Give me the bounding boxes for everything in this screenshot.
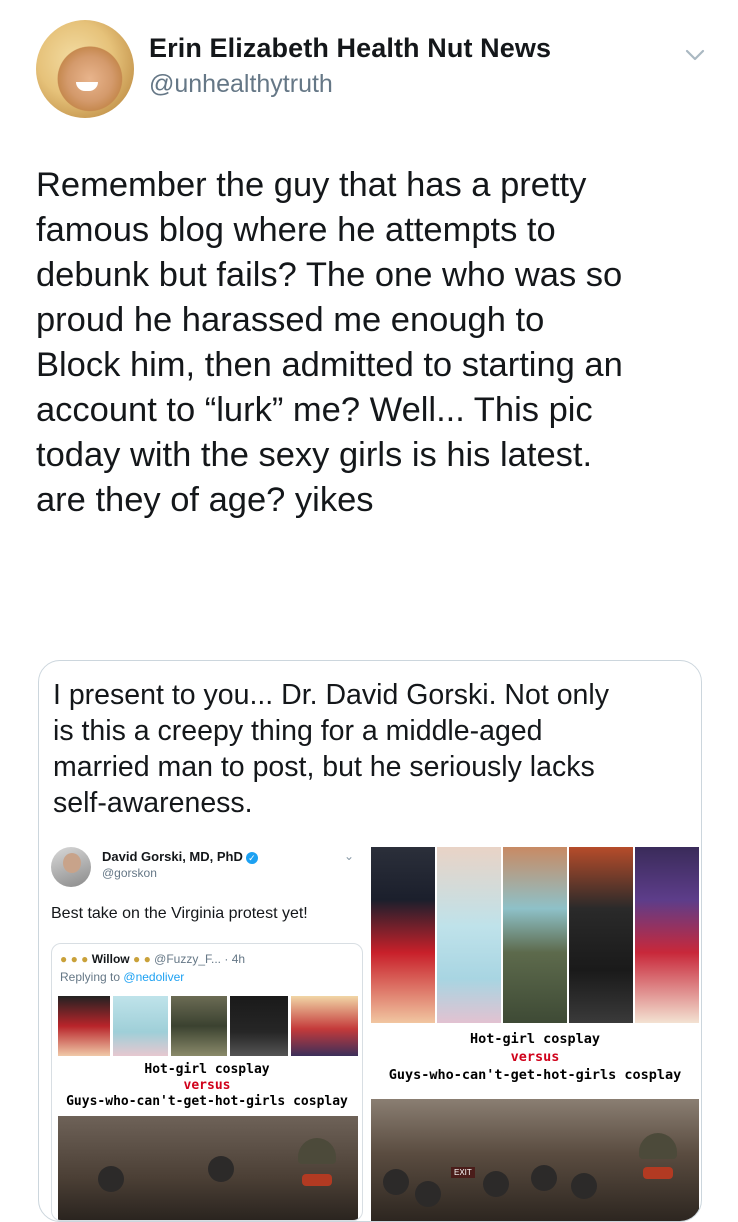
author-name[interactable]: Erin Elizabeth Health Nut News	[149, 33, 551, 64]
tweet-body-line: today with the sexy girls is his latest.	[36, 436, 593, 474]
verified-badge-icon: ✓	[245, 851, 258, 864]
emoji-icons: ● ●	[132, 952, 155, 966]
person-shape	[483, 1171, 509, 1197]
tweet-body-line: famous blog where he attempts to	[36, 211, 556, 249]
cosplay-photo-marvel	[371, 847, 435, 1023]
reply-author-handle: @Fuzzy_F...	[154, 952, 222, 966]
cosplay-photo-strip-small	[58, 996, 358, 1056]
caption-line3: Guys-who-can't-get-hot-girls cosplay	[388, 1067, 682, 1083]
reply-author-name: Willow	[91, 952, 130, 966]
tweet-header: Erin Elizabeth Health Nut News @unhealth…	[0, 0, 738, 140]
tweet-body-line: are they of age? yikes	[36, 481, 374, 519]
scarf-shape	[643, 1167, 673, 1179]
small-caption-line3: Guys-who-can't-get-hot-girls cosplay	[66, 1094, 348, 1109]
cosplay-photo-camo	[503, 847, 567, 1023]
quoted-text-line: married man to post, but he seriously la…	[53, 751, 595, 783]
person-shape	[415, 1181, 441, 1207]
quoted-tweet-text: I present to you... Dr. David Gorski. No…	[53, 677, 693, 821]
small-caption-line1: Hot-girl cosplay	[144, 1062, 270, 1077]
embedded-author-name: David Gorski, MD, PhD ✓	[102, 849, 258, 864]
author-handle[interactable]: @unhealthytruth	[149, 70, 333, 99]
embedded-author-name-text: David Gorski, MD, PhD	[102, 849, 243, 864]
emoji-icons: ● ● ●	[60, 952, 92, 966]
tweet-body: Remember the guy that has a pretty famou…	[36, 163, 716, 523]
cosplay-photo	[58, 996, 110, 1056]
helmet-shape	[639, 1133, 677, 1159]
avatar-smile	[76, 82, 98, 91]
protest-photo-small	[58, 1116, 358, 1220]
replying-to: Replying to @nedoliver	[60, 970, 184, 984]
embedded-tweet-text: Best take on the Virginia protest yet!	[51, 905, 308, 922]
embedded-author-avatar	[51, 847, 91, 887]
reply-time: · 4h	[224, 952, 246, 966]
embedded-chevron-down-icon: ⌄	[344, 849, 355, 863]
quoted-text-line: self-awareness.	[53, 787, 253, 819]
cosplay-photo	[171, 996, 227, 1056]
person-shape	[531, 1165, 557, 1191]
reply-meta: ● ● ● Willow ● ● @Fuzzy_F... · 4h	[60, 952, 245, 966]
embedded-reply: ● ● ● Willow ● ● @Fuzzy_F... · 4h Replyi…	[51, 943, 363, 1221]
person-shape	[208, 1156, 234, 1182]
caption-line1: Hot-girl cosplay	[469, 1031, 601, 1047]
person-shape	[98, 1166, 124, 1192]
quoted-tweet-card[interactable]: I present to you... Dr. David Gorski. No…	[38, 660, 702, 1222]
exit-sign: EXIT	[451, 1167, 475, 1178]
person-shape	[383, 1169, 409, 1195]
replying-to-handle: @nedoliver	[123, 970, 185, 984]
cosplay-photo-lolita	[437, 847, 501, 1023]
tweet-body-line: Remember the guy that has a pretty	[36, 166, 587, 204]
cosplay-photo	[113, 996, 168, 1056]
chevron-down-icon[interactable]	[682, 42, 708, 68]
tweet-body-line: proud he harassed me enough to	[36, 301, 545, 339]
protest-photo: EXIT	[371, 1099, 699, 1221]
scarf-shape	[302, 1174, 332, 1186]
cosplay-photo-idol	[635, 847, 699, 1023]
quoted-text-line: I present to you... Dr. David Gorski. No…	[53, 679, 609, 711]
embedded-author-handle: @gorskon	[102, 866, 157, 880]
tweet-body-line: Block him, then admitted to starting an	[36, 346, 623, 384]
caption-line2: versus	[510, 1049, 560, 1065]
cosplay-photo-black-widow	[569, 847, 633, 1023]
cosplay-photo	[291, 996, 358, 1056]
cosplay-photo	[230, 996, 288, 1056]
replying-to-prefix: Replying to	[60, 970, 121, 984]
small-caption-line2: versus	[183, 1078, 231, 1093]
person-shape	[571, 1173, 597, 1199]
author-avatar[interactable]	[36, 20, 134, 118]
tweet-body-line: account to “lurk” me? Well... This pic	[36, 391, 593, 429]
cosplay-comparison-image: Hot-girl cosplay versus Guys-who-can't-g…	[371, 847, 699, 1221]
helmet-shape	[298, 1138, 336, 1164]
quoted-text-line: is this a creepy thing for a middle-aged	[53, 715, 543, 747]
tweet-body-line: debunk but fails? The one who was so	[36, 256, 623, 294]
embedded-tweet-screenshot: David Gorski, MD, PhD ✓ @gorskon ⌄ Best t…	[51, 839, 371, 1221]
